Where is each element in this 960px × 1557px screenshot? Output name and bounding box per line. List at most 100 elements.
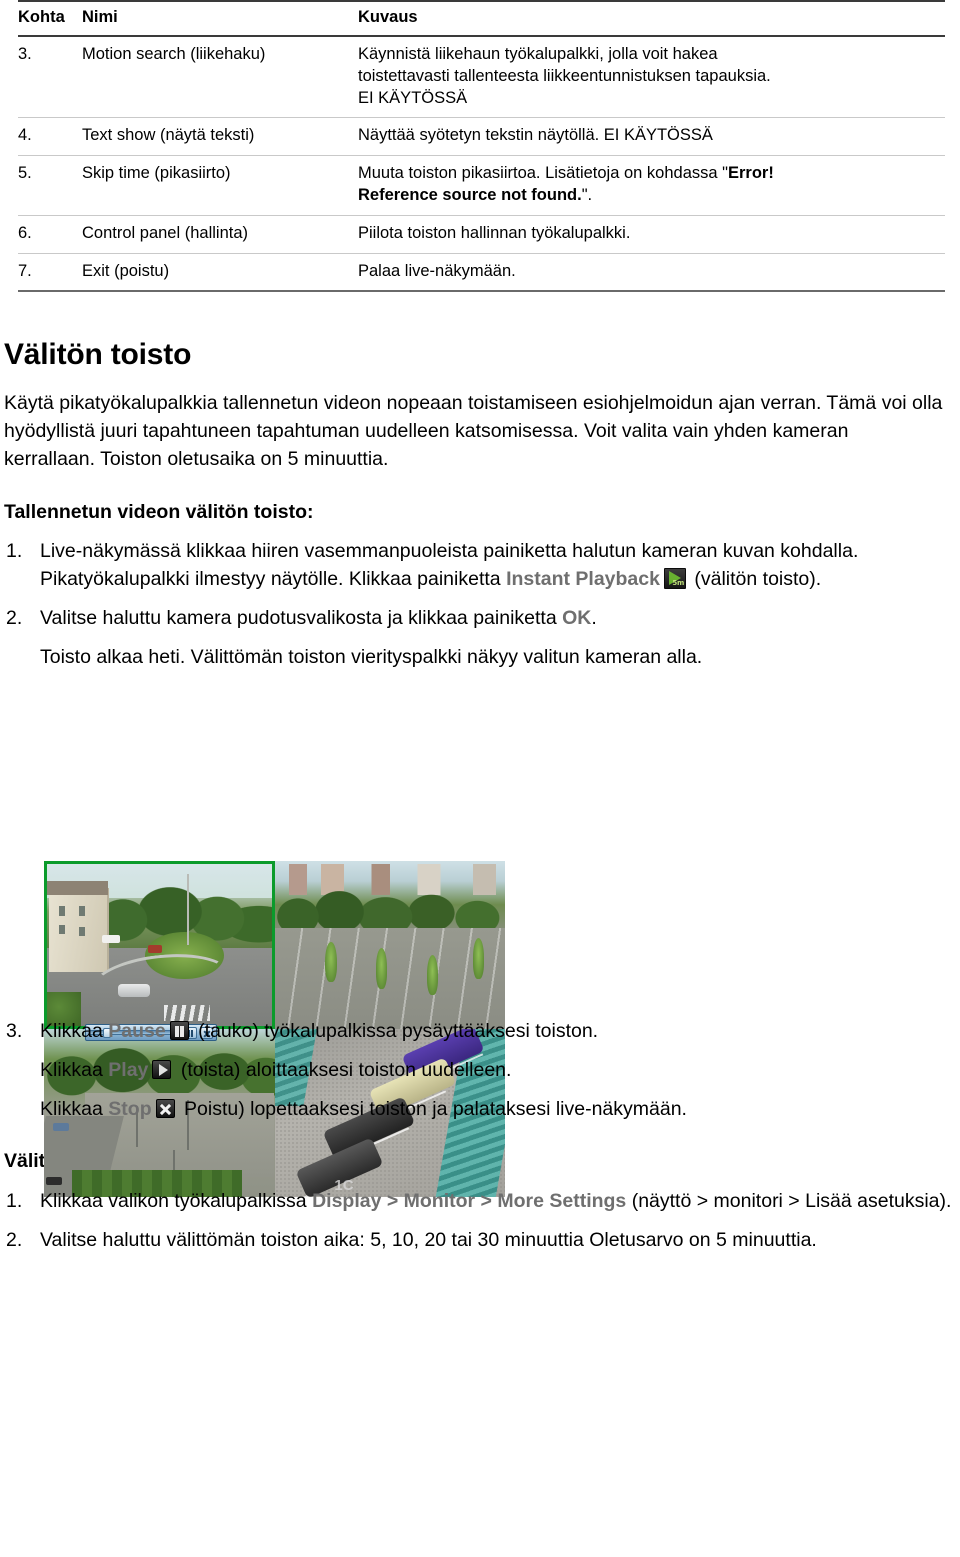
- step-text-post: .: [591, 607, 597, 629]
- column-header-kohta: Kohta: [18, 0, 82, 38]
- step-text-pre: Klikkaa valikon työkalupalkissa: [40, 1189, 313, 1212]
- sapling-tree: [426, 955, 439, 996]
- list-item: 3. Klikkaa Pause (tauko) työkalupalkissa…: [4, 1017, 960, 1123]
- ok-button-label: OK: [562, 607, 592, 629]
- row-name: Skip time (pikasiirto): [82, 155, 358, 216]
- row-description: Käynnistä liikehaun työkalupalkki, jolla…: [358, 36, 945, 119]
- desc-line-2: toistettavasti tallenteesta liikkeentunn…: [358, 66, 771, 85]
- desc-text-post: ".: [581, 185, 593, 204]
- icon-duration-label: 5m: [672, 578, 684, 587]
- pause-label: Pause: [108, 1020, 166, 1043]
- controls-steps-list: 3. Klikkaa Pause (tauko) työkalupalkissa…: [4, 1017, 960, 1123]
- building-window: [78, 906, 85, 916]
- silver-car: [117, 983, 151, 998]
- parking-lot-surface: [274, 928, 505, 1029]
- spec-table-wrapper: Kohta Nimi Kuvaus 3. Motion search (liik…: [0, 0, 960, 293]
- play-text-pre: Klikkaa: [40, 1059, 109, 1082]
- building-window: [59, 924, 65, 935]
- table-row: 5. Skip time (pikasiirto) Muuta toiston …: [18, 155, 945, 216]
- table-row: 7. Exit (poistu) Palaa live-näkymään.: [18, 253, 945, 293]
- step-subtext: Toisto alkaa heti. Välittömän toiston vi…: [40, 646, 703, 669]
- row-name: Exit (poistu): [82, 253, 358, 293]
- row-description: Piilota toiston hallinnan työkalupalkki.: [358, 215, 945, 254]
- table-header-row: Kohta Nimi Kuvaus: [18, 0, 945, 38]
- play-step-text: Klikkaa Play (toista) aloittaaksesi tois…: [40, 1056, 960, 1084]
- row-description: Palaa live-näkymään.: [358, 253, 945, 293]
- row-number: 5.: [18, 155, 82, 216]
- list-marker: 3.: [6, 1020, 23, 1043]
- instant-playback-icon: 5m: [663, 567, 686, 589]
- step-text-post: (välitön toisto).: [688, 567, 822, 590]
- desc-bold-error: Error!: [728, 164, 774, 183]
- blue-car: [53, 1123, 70, 1132]
- row-description: Näyttää syötetyn tekstin näytöllä. EI KÄ…: [358, 117, 945, 157]
- pause-text-pre: Klikkaa: [40, 1020, 109, 1043]
- column-header-kuvaus: Kuvaus: [358, 0, 945, 38]
- table-row: 6. Control panel (hallinta) Piilota tois…: [18, 215, 945, 254]
- desc-line-1: Käynnistä liikehaun työkalupalkki, jolla…: [358, 45, 718, 64]
- parking-bay-lines: [274, 928, 505, 1029]
- row-number: 7.: [18, 253, 82, 293]
- column-header-nimi: Nimi: [82, 0, 358, 38]
- instant-playback-label: Instant Playback: [506, 567, 660, 590]
- list-item: 2. Valitse haluttu kamera pudotusvalikos…: [4, 604, 960, 671]
- menu-path-label: Display > Monitor > More Settings: [312, 1189, 627, 1212]
- list-item: 2. Valitse haluttu välittömän toiston ai…: [4, 1226, 960, 1254]
- camera-pane-top-right[interactable]: [274, 861, 505, 1029]
- play-triangle-icon: [159, 1064, 169, 1077]
- playback-steps-list: 1. Live-näkymässä klikkaa hiiren vasemma…: [4, 537, 960, 671]
- camera-pane-top-left[interactable]: [44, 861, 275, 1029]
- stop-step-text: Klikkaa Stop Poistu) lopettaaksesi toist…: [40, 1095, 960, 1123]
- building-window: [59, 906, 65, 916]
- building-roof: [47, 881, 108, 895]
- list-marker: 1.: [6, 539, 23, 562]
- list-marker: 2.: [6, 607, 23, 629]
- stop-text-post: Poistu) lopettaaksesi toiston ja palatak…: [178, 1098, 687, 1121]
- row-name: Text show (näytä teksti): [82, 117, 358, 157]
- intro-paragraph: Käytä pikatyökalupalkkia tallennetun vid…: [4, 392, 943, 471]
- row-number: 6.: [18, 215, 82, 254]
- step-text: Live-näkymässä klikkaa hiiren vasemmanpu…: [40, 537, 960, 593]
- step-text-pre: Valitse haluttu kamera pudotusvalikosta …: [40, 607, 563, 629]
- red-car: [147, 945, 162, 953]
- step-text: Klikkaa valikon työkalupalkissa Display …: [40, 1187, 960, 1215]
- play-icon: [152, 1060, 172, 1080]
- pause-bar-right-icon: [179, 1026, 184, 1038]
- stop-text-pre: Klikkaa: [40, 1098, 109, 1121]
- dark-car: [46, 1176, 63, 1186]
- row-number: 3.: [18, 36, 82, 119]
- step-text: Valitse haluttu välittömän toiston aika:…: [40, 1228, 817, 1251]
- desc-bold-reference: Reference source not found.: [358, 185, 582, 204]
- step-text: Valitse haluttu kamera pudotusvalikosta …: [40, 604, 960, 632]
- row-description: Muuta toiston pikasiirtoa. Lisätietoja o…: [358, 155, 945, 216]
- list-marker: 2.: [6, 1228, 23, 1251]
- desc-text: Muuta toiston pikasiirtoa. Lisätietoja o…: [358, 164, 728, 183]
- pause-bar-left-icon: [174, 1026, 179, 1038]
- list-item: 1. Live-näkymässä klikkaa hiiren vasemma…: [4, 537, 960, 593]
- play-label: Play: [108, 1059, 149, 1082]
- play-text-post: (toista) aloittaaksesi toiston uudelleen…: [175, 1059, 512, 1082]
- sapling-tree: [375, 948, 388, 989]
- building-shape: [47, 881, 109, 972]
- pause-step-text: Klikkaa Pause (tauko) työkalupalkissa py…: [40, 1017, 960, 1045]
- table-row: 3. Motion search (liikehaku) Käynnistä l…: [18, 36, 945, 119]
- stop-label: Stop: [108, 1098, 152, 1121]
- row-name: Motion search (liikehaku): [82, 36, 358, 119]
- table-row: 4. Text show (näytä teksti) Näyttää syöt…: [18, 117, 945, 157]
- light-pole: [186, 874, 189, 945]
- treeline-region: [274, 874, 505, 935]
- subheading-playback: Tallennetun videon välitön toisto:: [4, 500, 314, 523]
- list-item: 1. Klikkaa valikon työkalupalkissa Displ…: [4, 1187, 960, 1215]
- spec-table: Kohta Nimi Kuvaus 3. Motion search (liik…: [18, 0, 945, 293]
- desc-line-3: EI KÄYTÖSSÄ: [358, 88, 468, 107]
- building-window: [78, 926, 85, 936]
- pause-text-post: (tauko) työkalupalkissa pysäyttääksesi t…: [192, 1020, 599, 1043]
- document-page: Kohta Nimi Kuvaus 3. Motion search (liik…: [0, 0, 960, 1557]
- step-text-post: (näyttö > monitori > Lisää asetuksia).: [626, 1189, 952, 1212]
- stop-icon: [155, 1099, 175, 1119]
- sapling-tree: [472, 938, 485, 979]
- list-marker: 1.: [6, 1189, 23, 1212]
- change-time-steps-list: 1. Klikkaa valikon työkalupalkissa Displ…: [4, 1187, 960, 1254]
- row-name: Control panel (hallinta): [82, 215, 358, 254]
- page-title: Välitön toisto: [4, 338, 192, 372]
